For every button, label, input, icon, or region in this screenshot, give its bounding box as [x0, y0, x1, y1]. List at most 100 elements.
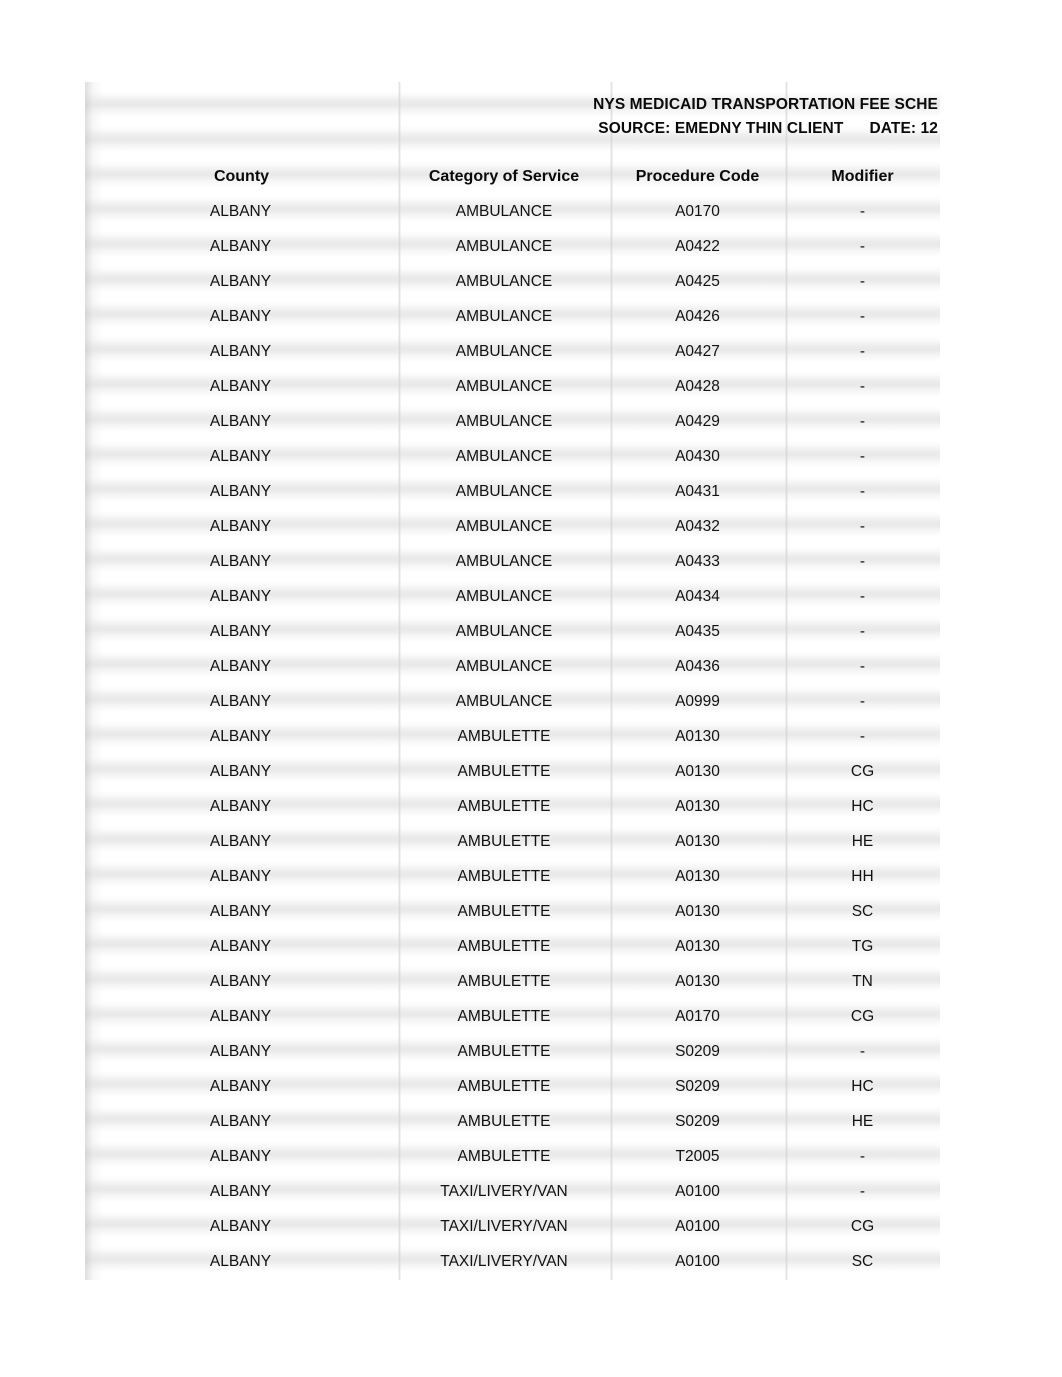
table-row: ALBANY AMBULANCE A0428 - [85, 369, 940, 404]
cell-category: AMBULANCE [455, 622, 553, 640]
cell-modifier: TN [852, 972, 873, 990]
cell-category: AMBULETTE [457, 727, 551, 745]
cell-procedure: A0425 [675, 272, 720, 290]
cell-county: ALBANY [209, 237, 272, 255]
cell-procedure: A0130 [675, 902, 720, 920]
cell-procedure: A0426 [675, 307, 720, 325]
cell-modifier: - [859, 307, 866, 325]
cell-procedure: A0434 [675, 587, 720, 605]
cell-county: ALBANY [209, 1077, 272, 1095]
column-header-modifier[interactable]: Modifier [785, 160, 940, 194]
table-row: ALBANY AMBULANCE A0431 - [85, 474, 940, 509]
cell-procedure: A0999 [675, 692, 720, 710]
cell-category: AMBULETTE [457, 902, 551, 920]
cell-category: AMBULANCE [455, 482, 553, 500]
cell-procedure: S0209 [675, 1112, 720, 1130]
cell-modifier: SC [851, 902, 874, 920]
cell-modifier: HE [851, 832, 874, 850]
cell-category: AMBULANCE [455, 657, 553, 675]
column-header-category[interactable]: Category of Service [398, 160, 610, 194]
cell-category: AMBULANCE [455, 552, 553, 570]
cell-category: AMBULANCE [455, 272, 553, 290]
cell-procedure: A0130 [675, 937, 720, 955]
cell-category: AMBULETTE [457, 762, 551, 780]
cell-procedure: A0130 [675, 972, 720, 990]
cell-county: ALBANY [209, 307, 272, 325]
cell-procedure: A0170 [675, 202, 720, 220]
document-subtitle: SOURCE: EMEDNY THIN CLIENT DATE: 12 [85, 117, 940, 141]
cell-category: AMBULANCE [455, 237, 553, 255]
cell-modifier: - [859, 377, 866, 395]
cell-county: ALBANY [209, 272, 272, 290]
cell-category: AMBULETTE [457, 937, 551, 955]
cell-procedure: A0130 [675, 797, 720, 815]
cell-county: ALBANY [209, 1252, 272, 1270]
cell-county: ALBANY [209, 482, 272, 500]
table-row: ALBANY AMBULANCE A0430 - [85, 439, 940, 474]
table-row: ALBANY TAXI/LIVERY/VAN A0100 CG [85, 1209, 940, 1244]
cell-procedure: A0433 [675, 552, 720, 570]
cell-procedure: A0100 [675, 1182, 720, 1200]
cell-category: TAXI/LIVERY/VAN [440, 1217, 568, 1235]
document-title: NYS MEDICAID TRANSPORTATION FEE SCHE [593, 96, 938, 113]
table-row: ALBANY AMBULETTE A0130 TG [85, 929, 940, 964]
cell-category: AMBULANCE [455, 447, 553, 465]
cell-county: ALBANY [209, 447, 272, 465]
cell-county: ALBANY [209, 657, 272, 675]
table-row: ALBANY AMBULANCE A0427 - [85, 334, 940, 369]
cell-procedure: A0432 [675, 517, 720, 535]
cell-category: AMBULANCE [455, 587, 553, 605]
table-row: ALBANY AMBULANCE A0170 - [85, 194, 940, 229]
cell-category: TAXI/LIVERY/VAN [440, 1252, 568, 1270]
cell-procedure: A0422 [675, 237, 720, 255]
cell-modifier: TG [851, 937, 874, 955]
cell-county: ALBANY [209, 552, 272, 570]
cell-procedure: A0427 [675, 342, 720, 360]
cell-county: ALBANY [209, 692, 272, 710]
cell-modifier: - [859, 552, 866, 570]
cell-county: ALBANY [209, 1217, 272, 1235]
table-row: ALBANY AMBULETTE S0209 HC [85, 1069, 940, 1104]
cell-county: ALBANY [209, 762, 272, 780]
cell-procedure: A0130 [675, 762, 720, 780]
cell-county: ALBANY [209, 1042, 272, 1060]
cell-modifier: - [859, 1147, 866, 1165]
cell-county: ALBANY [209, 377, 272, 395]
cell-county: ALBANY [209, 797, 272, 815]
cell-county: ALBANY [209, 587, 272, 605]
table-row: ALBANY AMBULANCE A0432 - [85, 509, 940, 544]
cell-county: ALBANY [209, 412, 272, 430]
cell-procedure: A0429 [675, 412, 720, 430]
cell-category: AMBULETTE [457, 832, 551, 850]
table-row: ALBANY AMBULANCE A0426 - [85, 299, 940, 334]
cell-county: ALBANY [209, 622, 272, 640]
cell-county: ALBANY [209, 937, 272, 955]
table-row: ALBANY TAXI/LIVERY/VAN A0100 SC [85, 1244, 940, 1279]
cell-modifier: - [859, 202, 866, 220]
cell-category: AMBULANCE [455, 412, 553, 430]
column-header-procedure[interactable]: Procedure Code [610, 160, 785, 194]
table-row: ALBANY AMBULANCE A0425 - [85, 264, 940, 299]
cell-modifier: HH [851, 867, 874, 885]
cell-modifier: CG [850, 762, 875, 780]
table-row: ALBANY AMBULANCE A0436 - [85, 649, 940, 684]
cell-modifier: - [859, 342, 866, 360]
table-row: ALBANY AMBULANCE A0429 - [85, 404, 940, 439]
cell-category: AMBULANCE [455, 342, 553, 360]
fee-schedule-table: County Category of Service Procedure Cod… [85, 160, 940, 1279]
cell-modifier: - [859, 587, 866, 605]
cell-county: ALBANY [209, 972, 272, 990]
table-row: ALBANY AMBULETTE A0130 HC [85, 789, 940, 824]
cell-modifier: - [859, 447, 866, 465]
cell-category: AMBULANCE [455, 307, 553, 325]
cell-county: ALBANY [209, 342, 272, 360]
cell-procedure: A0170 [675, 1007, 720, 1025]
cell-category: AMBULANCE [455, 517, 553, 535]
cell-modifier: SC [851, 1252, 874, 1270]
table-row: ALBANY AMBULETTE A0130 HH [85, 859, 940, 894]
cell-procedure: S0209 [675, 1042, 720, 1060]
column-header-county[interactable]: County [85, 160, 398, 194]
document-page: NYS MEDICAID TRANSPORTATION FEE SCHE SOU… [85, 82, 940, 1280]
cell-modifier: HE [851, 1112, 874, 1130]
table-row: ALBANY AMBULANCE A0433 - [85, 544, 940, 579]
